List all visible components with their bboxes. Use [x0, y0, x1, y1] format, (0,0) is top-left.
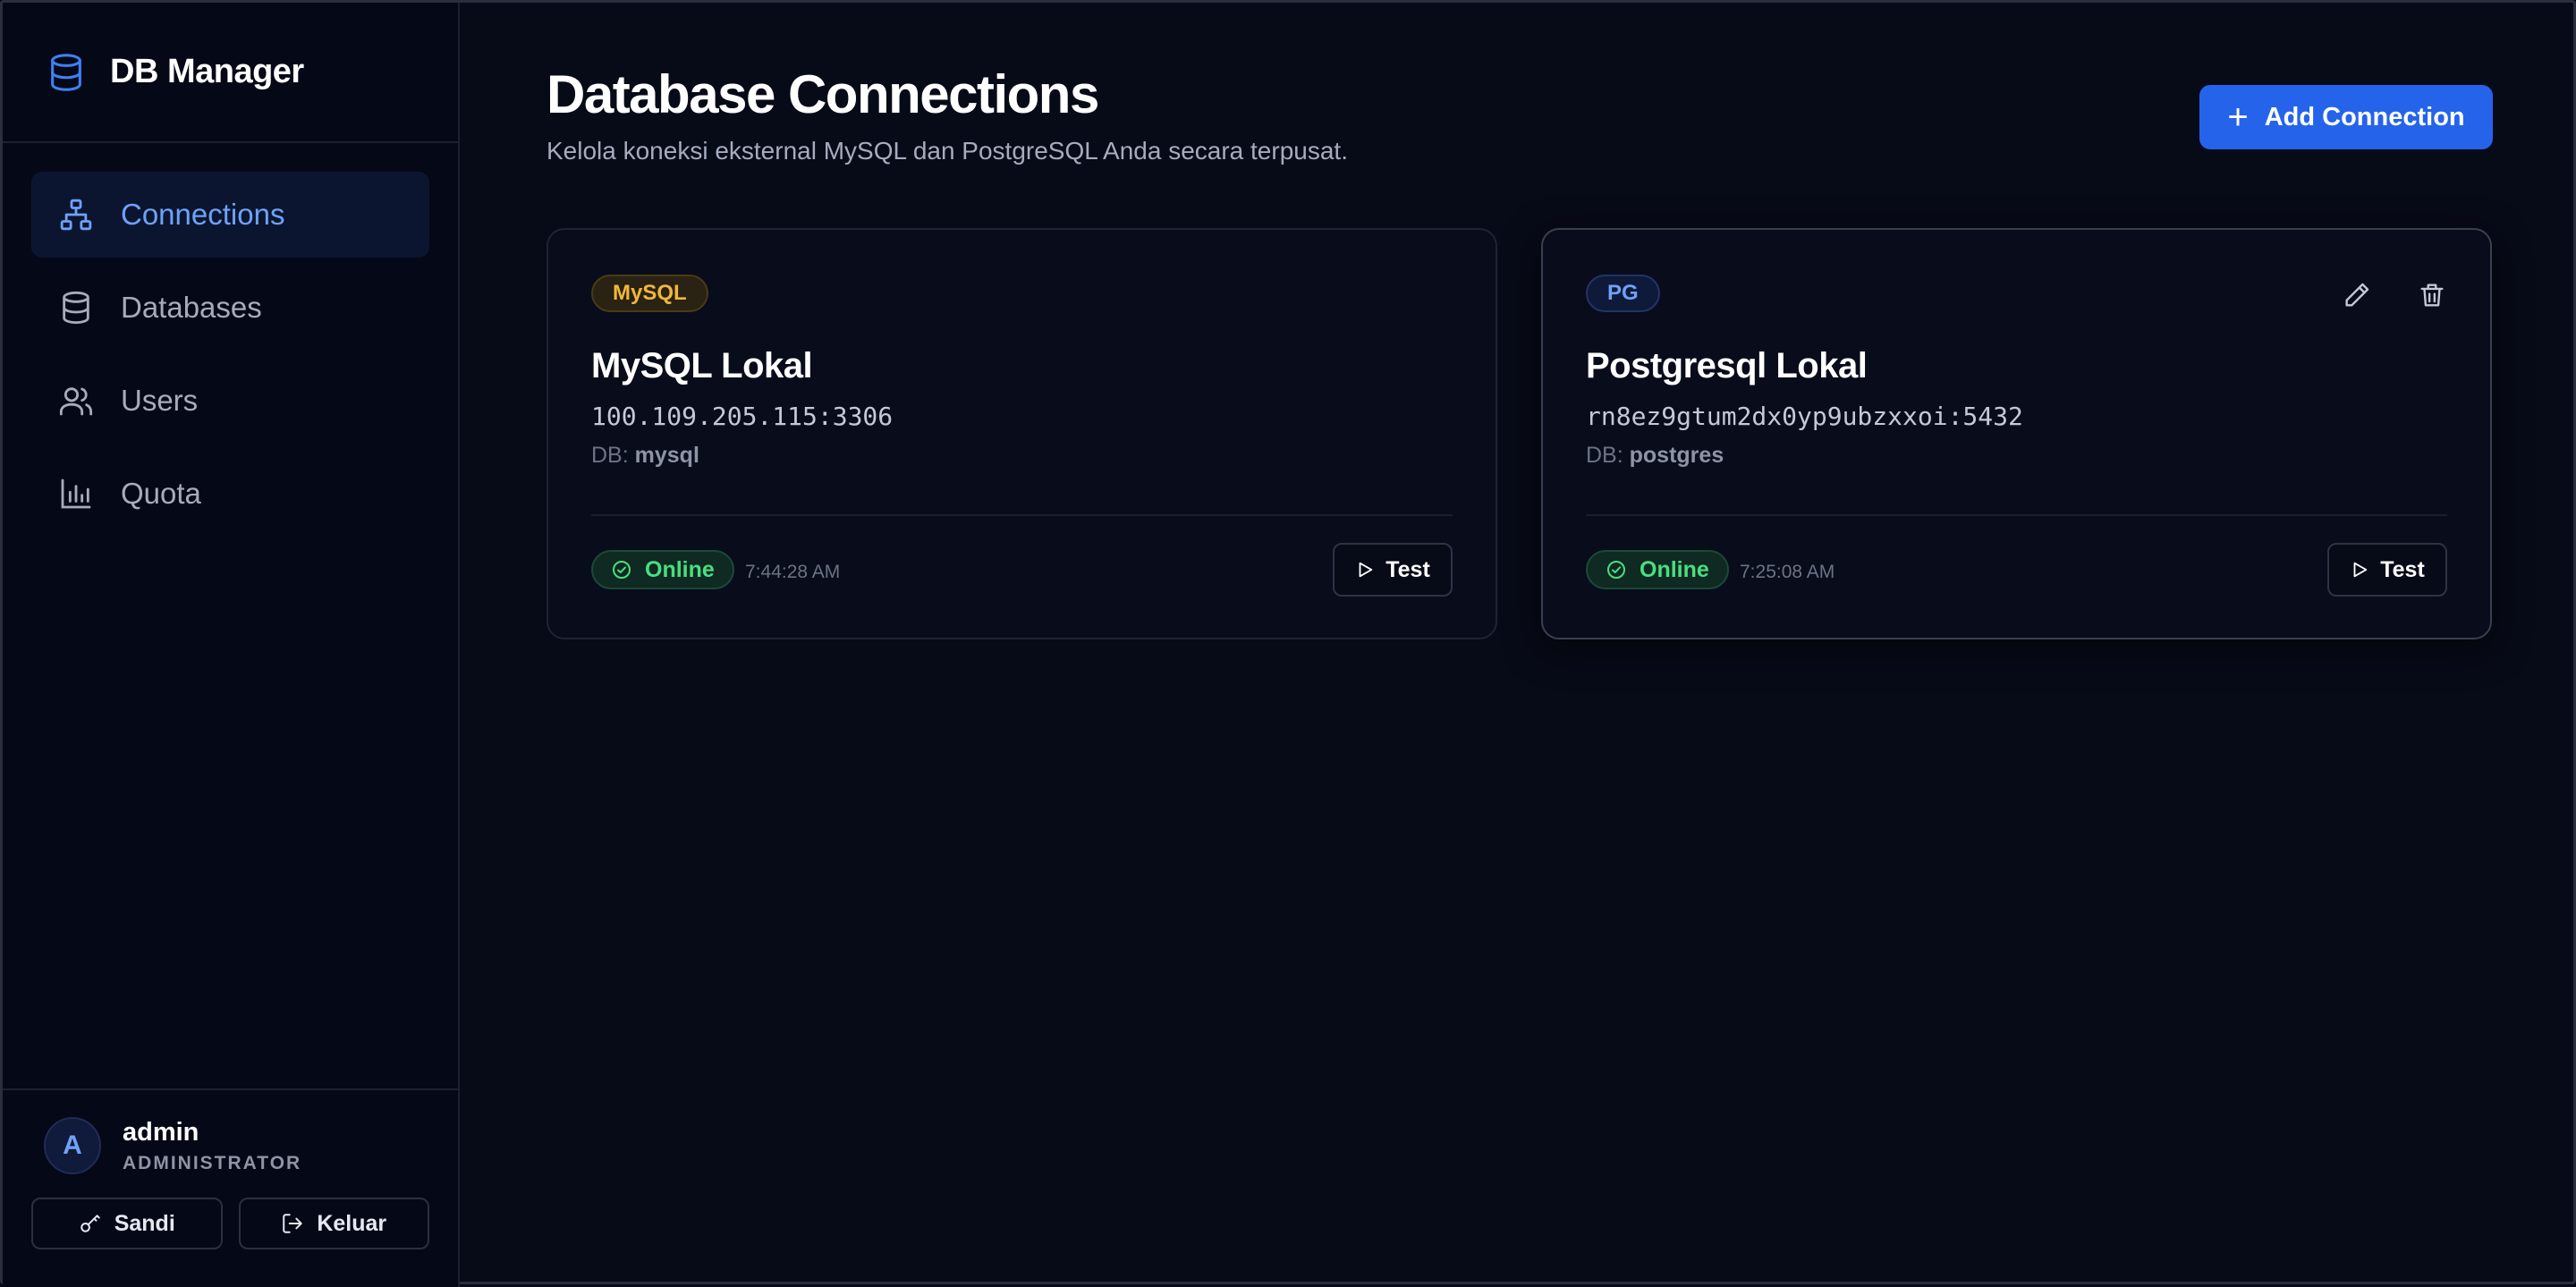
- connection-name: MySQL Lokal: [591, 346, 813, 385]
- logout-button[interactable]: Keluar: [238, 1198, 429, 1249]
- connection-db: DB: mysql: [591, 443, 699, 469]
- connection-card: PG Postgresql Lokal rn8ez9gtum2dx0yp9ubz…: [1541, 228, 2492, 639]
- test-label: Test: [2380, 556, 2425, 582]
- logout-label: Keluar: [317, 1210, 387, 1236]
- db-prefix: DB:: [591, 443, 629, 468]
- main-content: Database Connections Kelola koneksi ekst…: [460, 3, 2573, 1282]
- trash-icon[interactable]: [2417, 280, 2447, 310]
- connection-host: rn8ez9gtum2dx0yp9ubzxxoi:5432: [1586, 402, 2023, 431]
- sidebar-item-databases[interactable]: Databases: [31, 265, 429, 351]
- divider: [1586, 514, 2447, 516]
- network-icon: [58, 197, 94, 233]
- sidebar-item-label: Connections: [121, 198, 285, 231]
- db-prefix: DB:: [1586, 443, 1623, 468]
- users-icon: [58, 383, 94, 419]
- app-title: DB Manager: [110, 53, 304, 90]
- add-connection-button[interactable]: + Add Connection: [2199, 85, 2493, 149]
- change-password-button[interactable]: Sandi: [31, 1198, 223, 1249]
- sidebar: DB Manager Connections Databases Users Q…: [3, 3, 460, 1287]
- connection-db: DB: postgres: [1586, 443, 1724, 469]
- last-checked-time: 7:25:08 AM: [1740, 562, 1835, 582]
- change-password-label: Sandi: [114, 1210, 175, 1236]
- connection-name: Postgresql Lokal: [1586, 346, 1868, 385]
- bar-chart-icon: [58, 476, 94, 512]
- logout-icon: [281, 1212, 304, 1235]
- check-circle-icon: [1606, 559, 1627, 580]
- sidebar-item-users[interactable]: Users: [31, 358, 429, 444]
- db-name: mysql: [634, 443, 699, 468]
- card-actions: [2342, 280, 2447, 310]
- db-name: postgres: [1629, 443, 1724, 468]
- user-role: ADMINISTRATOR: [123, 1152, 302, 1173]
- user-name: admin: [123, 1117, 199, 1147]
- status-badge: Online: [591, 550, 734, 589]
- test-label: Test: [1385, 556, 1430, 582]
- divider: [591, 514, 1453, 516]
- sidebar-item-label: Users: [121, 384, 199, 417]
- brand: DB Manager: [3, 3, 458, 143]
- sidebar-nav: Connections Databases Users Quota: [3, 143, 458, 572]
- status-badge: Online: [1586, 550, 1729, 589]
- user-panel: A admin ADMINISTRATOR Sandi Keluar: [3, 1088, 458, 1287]
- page-title: Database Connections: [547, 64, 1099, 124]
- app-window: DB Manager Connections Databases Users Q…: [0, 0, 2576, 1287]
- test-connection-button[interactable]: Test: [1333, 543, 1453, 597]
- sidebar-item-connections[interactable]: Connections: [31, 172, 429, 258]
- db-type-badge: PG: [1586, 275, 1660, 312]
- connection-card: MySQL MySQL Lokal 100.109.205.115:3306 D…: [547, 228, 1497, 639]
- status-label: Online: [645, 556, 715, 582]
- avatar: A: [44, 1117, 101, 1174]
- edit-icon[interactable]: [2342, 280, 2372, 310]
- user-info: A admin ADMINISTRATOR: [44, 1117, 429, 1174]
- key-icon: [79, 1212, 102, 1235]
- connection-host: 100.109.205.115:3306: [591, 402, 894, 431]
- add-connection-label: Add Connection: [2264, 102, 2465, 131]
- sidebar-item-label: Databases: [121, 291, 262, 324]
- database-icon: [58, 290, 94, 326]
- user-actions: Sandi Keluar: [31, 1198, 429, 1249]
- play-icon: [1355, 560, 1375, 580]
- db-type-badge: MySQL: [591, 275, 708, 312]
- play-icon: [2350, 560, 2369, 580]
- database-icon: [46, 50, 87, 95]
- sidebar-item-quota[interactable]: Quota: [31, 451, 429, 537]
- page-subtitle: Kelola koneksi eksternal MySQL dan Postg…: [547, 137, 1348, 165]
- status-label: Online: [1640, 556, 1709, 582]
- test-connection-button[interactable]: Test: [2327, 543, 2447, 597]
- plus-icon: +: [2227, 97, 2249, 137]
- sidebar-item-label: Quota: [121, 477, 201, 510]
- last-checked-time: 7:44:28 AM: [745, 562, 841, 582]
- check-circle-icon: [611, 559, 632, 580]
